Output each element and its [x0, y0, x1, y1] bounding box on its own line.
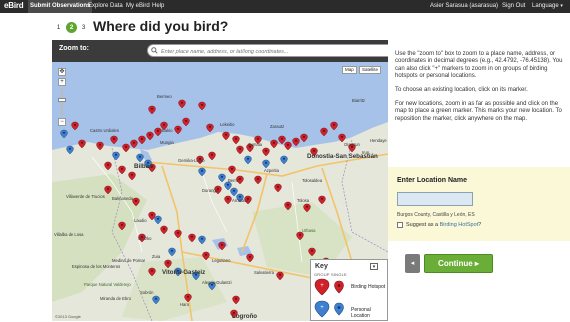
map-attribution: ©2013 Google	[55, 314, 82, 319]
nav-help[interactable]: Help	[150, 0, 166, 13]
personal-single-icon	[334, 302, 344, 316]
map-label: Haro	[180, 302, 190, 307]
location-name-input[interactable]	[397, 192, 473, 206]
nav-submit-observations[interactable]: Submit Observations	[28, 0, 93, 13]
map-label: Durango	[202, 188, 219, 193]
key-title: Key	[315, 263, 328, 270]
instructions-zoom: Use the "zoom to" box to zoom to a place…	[395, 51, 563, 80]
zoom-out-button[interactable]: −	[58, 118, 66, 126]
map-label: Legutiano	[212, 258, 231, 263]
map-key-legend: Key ▾ GROUP SINGLE + + Birding Hotspot P…	[310, 259, 388, 321]
key-col-single: SINGLE	[331, 272, 347, 277]
sign-out-link[interactable]: Sign Out	[500, 0, 527, 13]
nav-explore-data[interactable]: Explore Data	[86, 0, 125, 13]
zoom-bar: Zoom to:	[52, 40, 388, 62]
suggest-hotspot-label: Suggest as a Birding HotSpot?	[406, 222, 481, 228]
map-label: Urbasa	[302, 228, 316, 233]
suggest-hotspot-checkbox[interactable]	[397, 222, 403, 228]
zoom-to-input[interactable]	[147, 44, 388, 57]
map-label: Orozko	[138, 236, 152, 241]
zoom-slider-handle[interactable]	[58, 98, 66, 102]
key-label-birding-hotspot: Birding Hotspot	[351, 284, 386, 290]
side-panel: Use the "zoom to" box to zoom to a place…	[388, 40, 570, 321]
ebird-logo[interactable]: eBird	[4, 1, 24, 10]
map-label: Zumaia	[248, 142, 263, 147]
map-type-map-button[interactable]: Map	[342, 66, 357, 74]
key-pin-icons: + +	[314, 278, 344, 318]
step-2-current: 2	[66, 22, 77, 33]
location-region-text: Burgos County, Castilla y León, ES	[397, 212, 475, 218]
search-icon	[151, 47, 158, 54]
map-label: Gernika-Lumo	[178, 158, 205, 163]
map-label: Espinosa de los Monteros	[72, 264, 120, 269]
map-label: Hendaye	[370, 138, 387, 143]
map-zoom-control: ✥ + −	[56, 66, 66, 126]
map-label: Medina de Pomar	[112, 258, 146, 263]
hotspot-group-icon: +	[314, 278, 330, 296]
instructions-new: For new locations, zoom in as far as pos…	[395, 100, 562, 122]
map-label: Bilbao	[134, 163, 153, 170]
hotspot-single-icon	[334, 280, 344, 294]
map-label: Bakio	[162, 128, 173, 133]
map-label: Azpeitia	[264, 168, 280, 173]
map-label: Bermeo	[157, 94, 172, 99]
map-label: Irun	[362, 150, 370, 155]
continue-button[interactable]: Continue ▸	[424, 254, 493, 273]
step-1[interactable]: 1	[53, 22, 64, 33]
key-toggle-button[interactable]: ▾	[370, 263, 378, 270]
map-label: Mungia	[160, 140, 174, 145]
map-label: Vitoria-Gasteiz	[162, 269, 205, 276]
pan-control[interactable]: ✥	[58, 68, 66, 76]
map-label: Lekeitio	[220, 122, 235, 127]
birding-hotspot-link[interactable]: Birding HotSpot	[440, 222, 479, 228]
svg-text:+: +	[320, 283, 324, 289]
map-label: Villaverde de Trucios	[66, 194, 105, 199]
map-label: Miranda de Ebro	[100, 296, 132, 301]
svg-text:+: +	[320, 305, 324, 311]
location-name-title: Enter Location Name	[397, 177, 468, 184]
user-account-link[interactable]: Asier Sarasua (asarasua)	[428, 0, 500, 13]
instructions: Use the "zoom to" box to zoom to a place…	[395, 51, 565, 129]
location-name-box: Enter Location Name Burgos County, Casti…	[388, 167, 570, 241]
map-label: Oiartzun	[344, 142, 360, 147]
step-3: 3	[81, 24, 86, 31]
map-label: Biarritz	[352, 98, 365, 103]
zoom-to-label: Zoom to:	[59, 45, 89, 52]
top-nav-bar: eBird Submit Observations Explore Data M…	[0, 0, 570, 13]
map-label: Logroño	[232, 313, 257, 320]
map-label: Tolosaldea	[302, 178, 323, 183]
map-label: Zuia	[152, 254, 161, 259]
map-label: Arrasate	[232, 198, 248, 203]
step-indicator: 1 2 3 Where did you bird?	[0, 13, 570, 39]
map-label: Salvatierra	[254, 270, 275, 275]
language-label: Language	[532, 3, 559, 9]
map-label: Berriz	[228, 178, 239, 183]
map-type-satellite-button[interactable]: Satellite	[359, 66, 382, 74]
nav-my-ebird[interactable]: My eBird	[124, 0, 152, 13]
map-label: Castro Urdiales	[90, 128, 119, 133]
personal-group-icon: +	[314, 300, 330, 318]
language-menu[interactable]: Language ▾	[530, 0, 565, 13]
map-label: Tolosa	[297, 198, 310, 203]
zoom-slider-track[interactable]	[61, 88, 63, 116]
page-title: Where did you bird?	[93, 18, 229, 34]
suggest-hotspot-prefix: Suggest as a	[406, 222, 440, 228]
back-button[interactable]: ◂	[405, 254, 420, 273]
map-label: Balmaseda	[112, 196, 134, 201]
instructions-existing: To choose an existing location, click on…	[395, 87, 528, 94]
chevron-down-icon: ▾	[560, 3, 563, 9]
map-label: Sobrón	[140, 290, 154, 295]
zoom-in-button[interactable]: +	[58, 78, 66, 86]
suggest-hotspot-suffix: ?	[478, 222, 482, 228]
map-label: Villalba de Losa	[54, 232, 84, 237]
map-label: Laudio	[134, 218, 147, 223]
key-col-group: GROUP	[314, 272, 330, 277]
key-label-personal-location: Personal Location	[351, 307, 371, 319]
map-label: Alegria-Dulantzi	[202, 280, 232, 285]
map-label: Parque Natural Valderejo	[84, 282, 131, 287]
map-label: Zarautz	[270, 124, 284, 129]
